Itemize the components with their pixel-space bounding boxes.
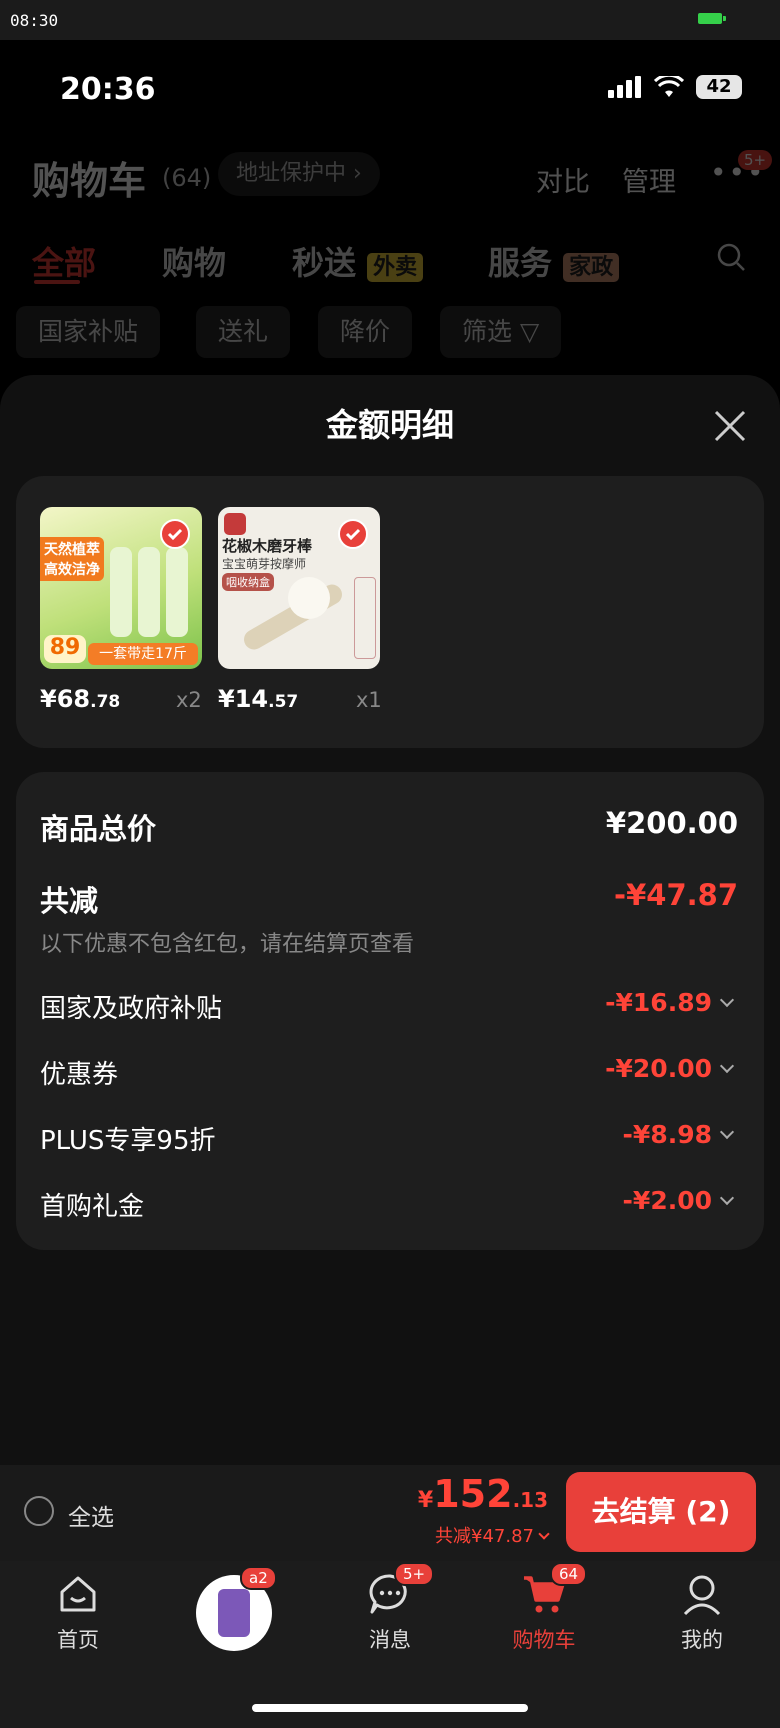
product-image-text-2: 宝宝萌芽按摩师 bbox=[222, 557, 307, 571]
selected-check-icon[interactable] bbox=[338, 519, 368, 549]
product-image-tag: 咽收纳盒 bbox=[222, 573, 274, 591]
chevron-down-icon bbox=[538, 1528, 550, 1540]
product-qty: x2 bbox=[176, 688, 202, 712]
tab-underline bbox=[34, 280, 80, 284]
housekeeping-tag: 家政 bbox=[563, 253, 620, 282]
total-label: 商品总价 bbox=[40, 812, 157, 846]
filter-chip-gift[interactable]: 送礼 bbox=[196, 306, 291, 358]
nav-label: 消息 bbox=[369, 1628, 411, 1652]
system-time: 08:30 bbox=[10, 11, 59, 30]
reduce-label: 共减 bbox=[40, 884, 99, 918]
product-price: ¥14.57 bbox=[218, 685, 298, 713]
tab-instant-label: 秒送 bbox=[292, 244, 357, 282]
product-image-teether[interactable]: 花椒木磨牙棒 宝宝萌芽按摩师 咽收纳盒 bbox=[218, 507, 380, 669]
system-status-bar bbox=[0, 0, 780, 40]
product-price: ¥68.78 bbox=[40, 685, 120, 713]
brand-logo bbox=[224, 513, 246, 535]
product-can-icon bbox=[218, 1589, 250, 1637]
chevron-down-icon bbox=[719, 1124, 735, 1140]
saved-amount-text: 共减¥47.87 bbox=[435, 1526, 534, 1547]
discount-row-label: 国家及政府补贴 bbox=[40, 994, 223, 1024]
product-image-text-1: 花椒木磨牙棒 bbox=[222, 537, 313, 555]
nav-home[interactable]: 首页 bbox=[18, 1572, 138, 1654]
cart-title: 购物车 bbox=[32, 159, 147, 203]
wifi-icon bbox=[654, 76, 684, 97]
discount-row-firstbuy[interactable]: -¥2.00 bbox=[622, 1186, 735, 1215]
tab-instant[interactable]: 秒送 外卖 bbox=[292, 238, 424, 284]
discount-row-subsidy[interactable]: -¥16.89 bbox=[605, 988, 735, 1017]
filter-chip-filter[interactable]: 筛选 ▽ bbox=[440, 306, 562, 358]
total-amount: ¥152.13 bbox=[418, 1472, 548, 1516]
cart-page-background: 购物车 (64) 地址保护中 › 对比 管理 ••• 5+ 全部 购物 秒送 外… bbox=[0, 130, 780, 380]
discount-row-coupon[interactable]: -¥20.00 bbox=[605, 1054, 735, 1083]
tab-all[interactable]: 全部 bbox=[32, 238, 96, 284]
product-price-dec: .78 bbox=[90, 692, 121, 712]
profile-icon bbox=[683, 1575, 721, 1616]
product-price-int: ¥14 bbox=[218, 685, 269, 713]
status-icons: 42 bbox=[608, 75, 742, 99]
chevron-down-icon bbox=[719, 1058, 735, 1074]
product-image-detergent[interactable]: 天然植萃 高效洁净 89 一套带走17斤 bbox=[40, 507, 202, 669]
tab-service[interactable]: 服务 家政 bbox=[488, 238, 620, 284]
chevron-down-icon bbox=[719, 1190, 735, 1206]
product-image-banner: 一套带走17斤 bbox=[88, 643, 198, 665]
checkout-button[interactable]: 去结算 (2) bbox=[566, 1472, 756, 1552]
discount-row-label: 首购礼金 bbox=[40, 1192, 145, 1222]
home-indicator bbox=[252, 1704, 528, 1712]
saved-amount[interactable]: 共减¥47.87 bbox=[435, 1522, 550, 1548]
discount-row-value: -¥2.00 bbox=[622, 1186, 712, 1215]
signal-icon bbox=[608, 76, 641, 98]
takeout-tag: 外卖 bbox=[367, 253, 424, 282]
home-icon bbox=[60, 1576, 96, 1612]
discount-row-value: -¥20.00 bbox=[605, 1054, 712, 1083]
amount-dec: .13 bbox=[512, 1488, 548, 1512]
address-protect-pill[interactable]: 地址保护中 › bbox=[218, 152, 380, 196]
reduce-value: -¥47.87 bbox=[614, 878, 738, 912]
amount-int: 152 bbox=[433, 1472, 513, 1516]
nav-label: 我的 bbox=[681, 1628, 723, 1652]
product-price-dec: .57 bbox=[268, 692, 299, 712]
nav-badge: 64 bbox=[550, 1562, 588, 1586]
selected-check-icon[interactable] bbox=[160, 519, 190, 549]
discount-row-value: -¥16.89 bbox=[605, 988, 712, 1017]
discount-row-label: 优惠券 bbox=[40, 1060, 119, 1090]
discount-row-plus[interactable]: -¥8.98 bbox=[622, 1120, 735, 1149]
product-image-price: 89 bbox=[44, 635, 86, 663]
compare-button[interactable]: 对比 bbox=[536, 160, 590, 199]
battery-icon bbox=[698, 13, 726, 24]
more-badge: 5+ bbox=[738, 150, 773, 170]
product-image-text-2: 高效洁净 bbox=[44, 562, 100, 578]
discount-note: 以下优惠不包含红包，请在结算页查看 bbox=[40, 932, 415, 957]
nav-messages[interactable]: 消息 bbox=[330, 1572, 450, 1654]
battery-level: 42 bbox=[696, 75, 742, 99]
nav-label: 首页 bbox=[57, 1628, 99, 1652]
total-value: ¥200.00 bbox=[605, 806, 738, 840]
tab-shopping[interactable]: 购物 bbox=[162, 238, 226, 284]
nav-badge: a2 bbox=[240, 1566, 277, 1590]
status-time: 20:36 bbox=[60, 72, 156, 107]
currency-symbol: ¥ bbox=[417, 1488, 434, 1513]
chevron-down-icon bbox=[719, 992, 735, 1008]
filter-chip-pricedrop[interactable]: 降价 bbox=[318, 306, 413, 358]
manage-button[interactable]: 管理 bbox=[622, 160, 676, 199]
select-all-label[interactable]: 全选 bbox=[68, 1498, 114, 1532]
search-icon[interactable] bbox=[716, 242, 746, 272]
close-icon[interactable] bbox=[712, 408, 748, 444]
filter-chip-subsidy[interactable]: 国家补贴 bbox=[16, 306, 161, 358]
product-price-int: ¥68 bbox=[40, 685, 91, 713]
nav-badge: 5+ bbox=[394, 1562, 435, 1586]
tab-service-label: 服务 bbox=[488, 244, 553, 282]
nav-label: 购物车 bbox=[512, 1628, 576, 1652]
select-all-radio[interactable] bbox=[24, 1496, 54, 1526]
nav-mine[interactable]: 我的 bbox=[642, 1572, 762, 1654]
sheet-title: 金额明细 bbox=[325, 406, 454, 444]
cart-count: (64) bbox=[162, 164, 212, 192]
discount-row-value: -¥8.98 bbox=[622, 1120, 712, 1149]
discount-row-label: PLUS专享95折 bbox=[40, 1126, 216, 1156]
product-image-text-1: 天然植萃 bbox=[44, 542, 100, 558]
nav-cart[interactable]: 购物车 bbox=[484, 1572, 604, 1654]
product-qty: x1 bbox=[356, 688, 382, 712]
